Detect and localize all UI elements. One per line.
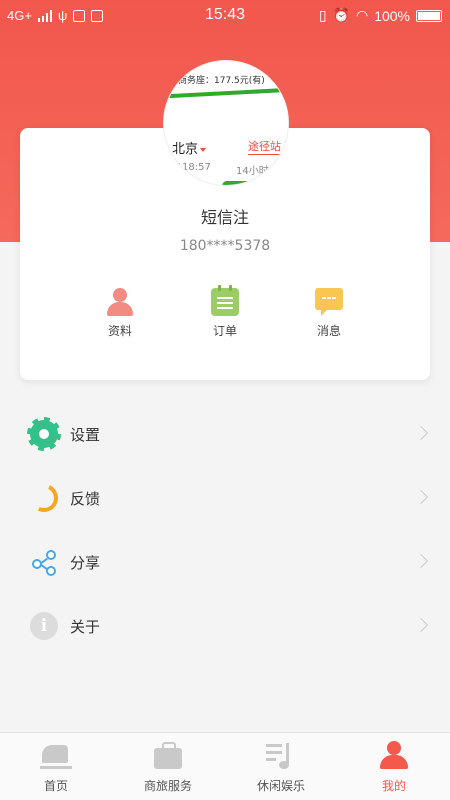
gear-icon bbox=[27, 417, 61, 451]
order-icon bbox=[211, 285, 239, 316]
chevron-right-icon bbox=[413, 489, 429, 505]
username: 短信注 bbox=[200, 208, 249, 227]
tab-label: 首页 bbox=[43, 779, 68, 793]
person-icon bbox=[377, 741, 411, 771]
menu-item-about[interactable]: i 关于 bbox=[0, 594, 450, 658]
chevron-right-icon bbox=[413, 617, 429, 633]
tab-leisure[interactable]: 休闲娱乐 bbox=[225, 733, 337, 800]
profile-action-button[interactable]: 资料 bbox=[90, 288, 150, 339]
vibrate-icon: ▯ bbox=[318, 7, 327, 23]
avatar-route-line bbox=[164, 87, 288, 99]
status-right: ▯ ⏰ ◠ 100% bbox=[319, 7, 442, 24]
message-action-button[interactable]: 消息 bbox=[299, 288, 359, 339]
chevron-right-icon bbox=[413, 425, 429, 441]
feedback-icon bbox=[26, 480, 62, 516]
order-action-label: 订单 bbox=[212, 324, 237, 338]
settings-menu: 设置 反馈 分享 i 关于 bbox=[0, 402, 450, 658]
info-icon: i bbox=[30, 612, 58, 640]
message-icon bbox=[315, 288, 343, 316]
tab-business-travel[interactable]: 商旅服务 bbox=[112, 733, 224, 800]
order-action-button[interactable]: 订单 bbox=[195, 285, 255, 339]
avatar-price-text: 商务座：177.5元(有) bbox=[178, 76, 265, 86]
bottom-tab-bar: 首页 商旅服务 休闲娱乐 我的 bbox=[0, 732, 450, 800]
menu-item-label: 反馈 bbox=[70, 490, 101, 508]
music-icon bbox=[264, 741, 298, 771]
menu-item-label: 设置 bbox=[70, 426, 101, 444]
battery-icon bbox=[416, 9, 442, 22]
avatar-departure-text: 18:57 bbox=[174, 162, 211, 173]
train-icon bbox=[39, 741, 73, 771]
menu-item-feedback[interactable]: 反馈 bbox=[0, 466, 450, 530]
phone-number: 180****5378 bbox=[179, 238, 271, 254]
tab-mine[interactable]: 我的 bbox=[338, 733, 450, 800]
share-icon bbox=[30, 548, 58, 576]
profile-icon bbox=[106, 288, 134, 316]
menu-item-share[interactable]: 分享 bbox=[0, 530, 450, 594]
status-bar: 4G+ ψ 15:43 ▯ ⏰ ◠ 100% bbox=[0, 0, 450, 32]
avatar-via-text: 途径站 bbox=[248, 140, 281, 155]
tab-label: 商旅服务 bbox=[143, 779, 192, 793]
message-action-label: 消息 bbox=[316, 324, 341, 338]
chevron-right-icon bbox=[413, 553, 429, 569]
menu-item-settings[interactable]: 设置 bbox=[0, 402, 450, 466]
battery-percent: 100% bbox=[374, 7, 410, 24]
wifi-icon: ◠ bbox=[355, 7, 369, 23]
avatar[interactable]: 商务座：177.5元(有) 北京 途径站 18:57 14小时1 bbox=[163, 60, 289, 186]
menu-item-label: 关于 bbox=[70, 618, 101, 636]
avatar-duration-text: 14小时1 bbox=[236, 166, 276, 177]
tab-label: 我的 bbox=[381, 779, 406, 793]
menu-item-label: 分享 bbox=[70, 554, 101, 572]
alarm-icon: ⏰ bbox=[332, 7, 350, 23]
tab-label: 休闲娱乐 bbox=[256, 779, 305, 793]
tab-home[interactable]: 首页 bbox=[0, 733, 112, 800]
profile-action-label: 资料 bbox=[107, 324, 132, 338]
avatar-city-text: 北京 bbox=[172, 138, 206, 157]
suitcase-icon bbox=[151, 741, 185, 771]
